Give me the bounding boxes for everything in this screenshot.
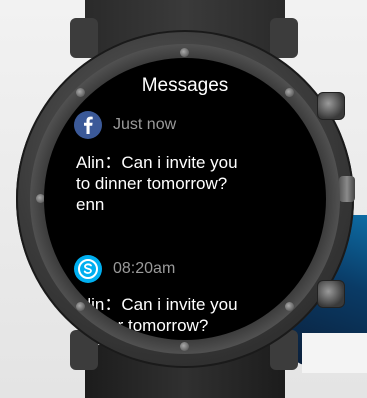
bezel-screw [180,48,189,57]
screen-title: Messages [141,75,229,96]
notification-header: 08:20am [74,255,175,283]
facebook-icon [74,111,102,139]
watch-screen[interactable]: Messages Just now Alin：Can i invite you … [44,58,326,340]
watch-crown[interactable] [339,176,355,202]
notification-time: Just now [113,116,177,133]
phone-glare [302,333,367,373]
skype-icon [74,255,102,283]
notification-message[interactable]: Alin：Can i invite you dinner tomorrow? [76,294,311,336]
bezel-screw [180,342,189,351]
notification-time: 08:20am [113,260,176,277]
watch-lug [270,18,298,58]
watch-button-bottom[interactable] [317,280,345,308]
notification-header: Just now [74,111,176,139]
notification-message[interactable]: Alin：Can i invite you to dinner tomorrow… [76,152,311,215]
watch-lug [70,18,98,58]
